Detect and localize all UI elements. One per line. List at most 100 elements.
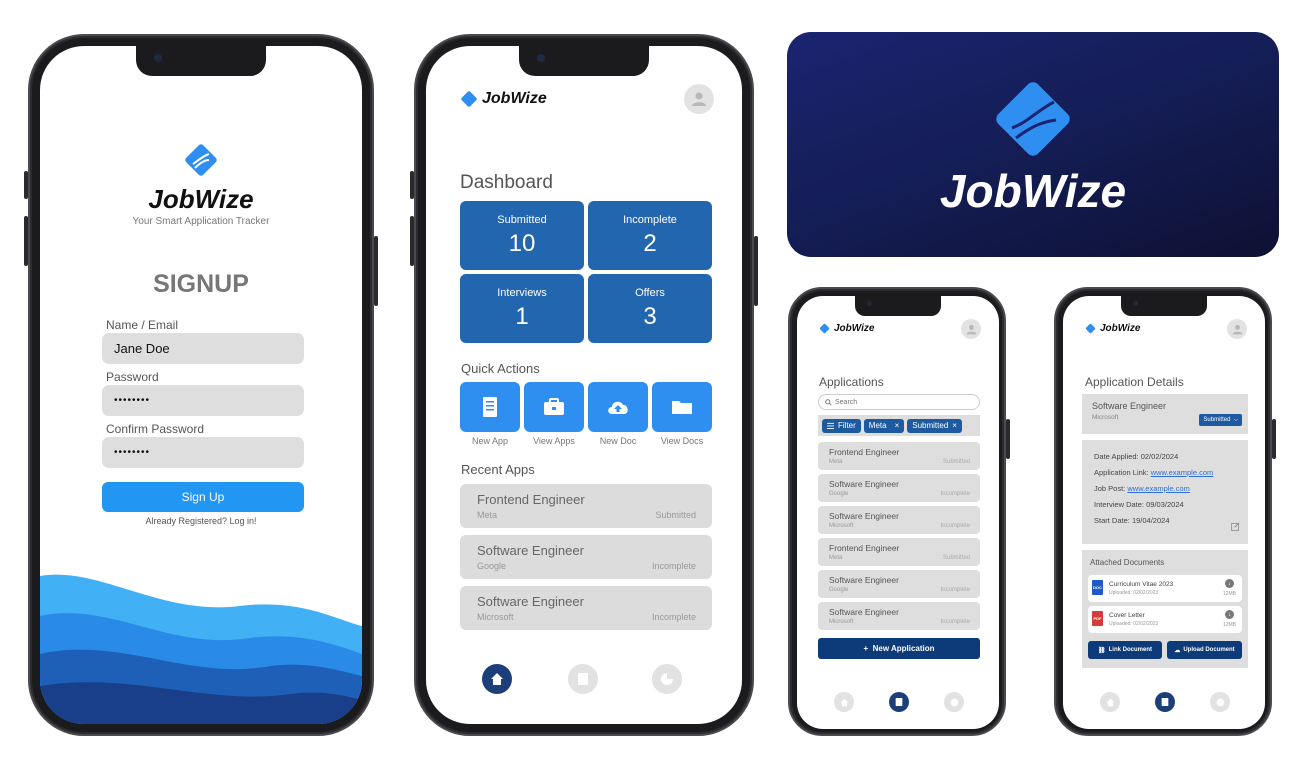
header-logo[interactable]: JobWize	[460, 90, 547, 108]
nav-applications[interactable]	[1155, 692, 1175, 712]
details-card: Date Applied: 02/02/2024 Application Lin…	[1082, 440, 1248, 544]
app-title: Software Engineer	[829, 575, 899, 585]
download-icon[interactable]: ↓	[1225, 610, 1234, 619]
app-status: Incomplete	[940, 491, 970, 497]
nav-applications[interactable]	[568, 664, 598, 694]
close-icon[interactable]: ×	[895, 421, 900, 430]
quick-action-label: New Doc	[599, 436, 637, 446]
user-icon	[692, 92, 706, 106]
quick-action-new-app[interactable]: New App	[460, 382, 520, 446]
filter-bar: Filter Meta × Submitted ×	[818, 415, 980, 436]
quick-actions: New App View Apps New Doc View Docs	[460, 382, 712, 446]
download-icon[interactable]: ↓	[1225, 579, 1234, 588]
doc-uploaded: Uploaded: 02/02/2023	[1109, 621, 1159, 627]
name-field[interactable]: Jane Doe	[102, 333, 304, 364]
quick-action-label: View Apps	[533, 436, 575, 446]
nav-stats[interactable]	[944, 692, 964, 712]
document-icon	[483, 397, 497, 417]
filter-chip-submitted[interactable]: Submitted ×	[907, 418, 962, 433]
application-link[interactable]: www.example.com	[1151, 468, 1214, 477]
recent-app-card[interactable]: Software Engineer Microsoft Incomplete	[460, 586, 712, 630]
application-row[interactable]: Frontend Engineer Meta Submitted	[818, 442, 980, 470]
home-icon	[491, 673, 503, 685]
brand-banner: JobWize	[787, 32, 1279, 257]
application-row[interactable]: Software Engineer Microsoft Incomplete	[818, 506, 980, 534]
stat-value: 3	[643, 302, 657, 330]
avatar[interactable]	[1227, 319, 1247, 339]
stat-tile-incomplete[interactable]: Incomplete 2	[588, 201, 712, 270]
edit-icon[interactable]	[1231, 518, 1240, 536]
nav-home[interactable]	[482, 664, 512, 694]
quick-action-view-apps[interactable]: View Apps	[524, 382, 584, 446]
app-title: Software Engineer	[477, 594, 584, 609]
application-row[interactable]: Software Engineer Microsoft Incomplete	[818, 602, 980, 630]
user-icon	[966, 324, 976, 334]
app-company: Google	[829, 587, 849, 593]
stat-tile-offers[interactable]: Offers 3	[588, 274, 712, 343]
stat-tile-interviews[interactable]: Interviews 1	[460, 274, 584, 343]
doc-type: PDF	[1093, 616, 1102, 621]
app-company: Google	[477, 561, 507, 571]
password-label: Password	[106, 370, 159, 384]
nav-applications[interactable]	[889, 692, 909, 712]
new-application-button[interactable]: + New Application	[818, 638, 980, 659]
recent-app-card[interactable]: Frontend Engineer Meta Submitted	[460, 484, 712, 528]
password-field[interactable]: ••••••••	[102, 385, 304, 416]
job-post-link[interactable]: www.example.com	[1127, 484, 1190, 493]
nav-home[interactable]	[834, 692, 854, 712]
page-title: Application Details	[1085, 375, 1184, 389]
header-brand-name: JobWize	[834, 323, 875, 334]
app-title: Frontend Engineer	[477, 492, 585, 507]
quick-actions-title: Quick Actions	[461, 361, 540, 376]
doc-name: Curriculum Vitae 2023	[1109, 581, 1174, 588]
avatar[interactable]	[684, 84, 714, 114]
doc-size: 12MB	[1222, 591, 1236, 597]
page-title: Dashboard	[460, 172, 553, 193]
details-screen: JobWize Application Details Software Eng…	[1063, 296, 1265, 729]
doc-name: Cover Letter	[1109, 612, 1145, 619]
nav-stats[interactable]	[652, 664, 682, 694]
quick-action-label: New App	[471, 436, 509, 446]
document-item[interactable]: PDF Cover Letter Uploaded: 02/02/2023 ↓ …	[1088, 606, 1242, 633]
pie-chart-icon	[661, 673, 673, 685]
doc-uploaded: Uploaded: 02/02/2023	[1109, 590, 1159, 596]
signup-button[interactable]: Sign Up	[102, 482, 304, 512]
app-company: Meta	[829, 459, 843, 465]
cloud-upload-icon	[608, 401, 628, 414]
filter-chip-meta[interactable]: Meta ×	[863, 418, 905, 433]
nav-stats[interactable]	[1210, 692, 1230, 712]
recent-app-card[interactable]: Software Engineer Google Incomplete	[460, 535, 712, 579]
doc-type: DOC	[1093, 585, 1102, 590]
header-logo[interactable]: JobWize	[1085, 323, 1140, 334]
app-status: Incomplete	[940, 587, 970, 593]
phone-details: JobWize Application Details Software Eng…	[1054, 287, 1276, 736]
confirm-password-label: Confirm Password	[106, 422, 205, 436]
link-document-button[interactable]: ⛓ Link Document	[1088, 641, 1162, 659]
application-row[interactable]: Frontend Engineer Meta Submitted	[818, 538, 980, 566]
quick-action-view-docs[interactable]: View Docs	[652, 382, 712, 446]
detail-label: Start Date:	[1094, 516, 1130, 525]
application-row[interactable]: Software Engineer Google Incomplete	[818, 570, 980, 598]
stat-value: 10	[508, 229, 536, 257]
stat-tile-submitted[interactable]: Submitted 10	[460, 201, 584, 270]
login-link[interactable]: Already Registered? Log in!	[40, 516, 362, 526]
filter-button[interactable]: Filter	[822, 418, 861, 433]
search-icon	[825, 398, 832, 406]
phone-dashboard: JobWize Dashboard Submitted 10 Incomplete…	[410, 34, 758, 736]
doc-size: 12MB	[1222, 622, 1236, 628]
upload-document-button[interactable]: ☁ Upload Document	[1167, 641, 1242, 659]
status-dropdown[interactable]: Submitted ⌵	[1199, 414, 1242, 426]
filter-label: Filter	[838, 421, 856, 430]
close-icon[interactable]: ×	[952, 421, 957, 430]
search-input[interactable]: Search	[818, 394, 980, 410]
document-item[interactable]: DOC Curriculum Vitae 2023 Uploaded: 02/0…	[1088, 575, 1242, 602]
brand-logo-icon	[183, 142, 219, 178]
application-row[interactable]: Software Engineer Google Incomplete	[818, 474, 980, 502]
nav-home[interactable]	[1100, 692, 1120, 712]
document-icon	[578, 673, 588, 685]
quick-action-new-doc[interactable]: New Doc	[588, 382, 648, 446]
header-logo[interactable]: JobWize	[819, 323, 874, 334]
link-icon: ⛓	[1098, 647, 1106, 654]
avatar[interactable]	[961, 319, 981, 339]
confirm-password-field[interactable]: ••••••••	[102, 437, 304, 468]
